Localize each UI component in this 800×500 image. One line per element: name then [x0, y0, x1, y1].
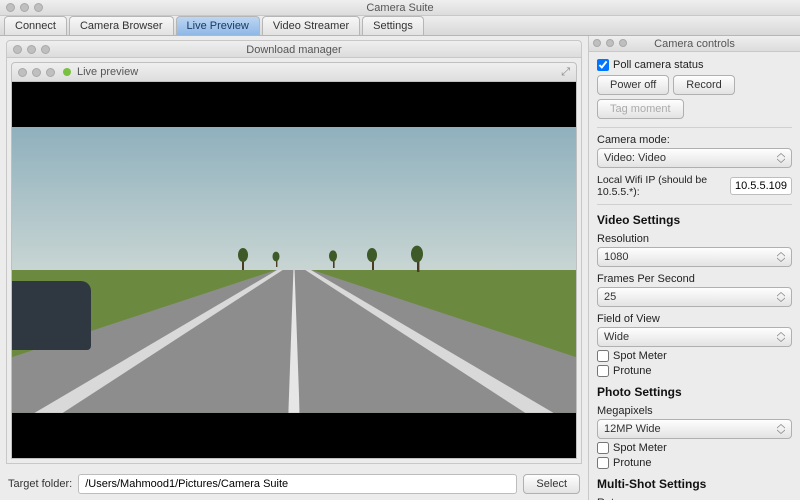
tab-bar: Connect Camera Browser Live Preview Vide…	[0, 16, 800, 36]
photo-megapixels-label: Megapixels	[597, 405, 792, 417]
photo-megapixels-select[interactable]: 12MP Wide	[597, 419, 792, 439]
tab-settings[interactable]: Settings	[362, 16, 424, 35]
camera-mode-select[interactable]: Video: Video	[597, 148, 792, 168]
tab-live-preview[interactable]: Live Preview	[176, 16, 260, 35]
window-title: Camera Suite	[366, 2, 433, 14]
traffic-lights-controls[interactable]	[593, 39, 627, 47]
main-titlebar: Camera Suite	[0, 0, 800, 16]
tag-moment-button[interactable]: Tag moment	[597, 99, 684, 119]
select-folder-button[interactable]: Select	[523, 474, 580, 494]
target-folder-input[interactable]	[78, 474, 517, 494]
download-manager-title: Download manager	[246, 44, 341, 56]
camera-controls-titlebar: Camera controls	[589, 36, 800, 52]
traffic-lights-sub[interactable]	[13, 45, 50, 54]
fps-label: Frames Per Second	[597, 273, 792, 285]
target-folder-label: Target folder:	[8, 478, 72, 490]
camera-controls-panel: Camera controls Poll camera status Power…	[588, 36, 800, 500]
resolution-select[interactable]: 1080	[597, 247, 792, 267]
tab-connect[interactable]: Connect	[4, 16, 67, 35]
traffic-lights[interactable]	[6, 3, 43, 12]
tab-camera-browser[interactable]: Camera Browser	[69, 16, 174, 35]
traffic-lights-preview[interactable]	[18, 68, 55, 77]
camera-mode-label: Camera mode:	[597, 134, 792, 146]
video-spot-meter-checkbox[interactable]	[597, 350, 609, 362]
expand-icon[interactable]: ⤢	[561, 66, 570, 79]
fps-select[interactable]: 25	[597, 287, 792, 307]
download-manager-panel: Live preview ⤢	[6, 58, 582, 464]
fov-label: Field of View	[597, 313, 792, 325]
poll-status-label: Poll camera status	[613, 59, 703, 71]
poll-status-checkbox[interactable]	[597, 59, 609, 71]
video-settings-heading: Video Settings	[597, 213, 792, 227]
tab-video-streamer[interactable]: Video Streamer	[262, 16, 360, 35]
live-preview-title: Live preview	[77, 66, 138, 78]
resolution-label: Resolution	[597, 233, 792, 245]
live-preview-header: Live preview ⤢	[11, 62, 577, 82]
power-off-button[interactable]: Power off	[597, 75, 669, 95]
wifi-ip-label: Local Wifi IP (should be 10.5.5.*):	[597, 174, 726, 198]
camera-controls-title: Camera controls	[654, 38, 735, 50]
status-dot-icon	[63, 68, 71, 76]
fov-select[interactable]: Wide	[597, 327, 792, 347]
multishot-settings-heading: Multi-Shot Settings	[597, 477, 792, 491]
left-pane: Download manager Live preview ⤢	[0, 36, 588, 500]
photo-settings-heading: Photo Settings	[597, 385, 792, 399]
wifi-ip-input[interactable]	[730, 177, 792, 195]
video-protune-checkbox[interactable]	[597, 365, 609, 377]
photo-spot-meter-checkbox[interactable]	[597, 442, 609, 454]
photo-protune-checkbox[interactable]	[597, 457, 609, 469]
target-folder-row: Target folder: Select	[6, 474, 582, 494]
record-button[interactable]: Record	[673, 75, 734, 95]
video-preview	[11, 82, 577, 459]
download-manager-titlebar: Download manager	[6, 40, 582, 58]
